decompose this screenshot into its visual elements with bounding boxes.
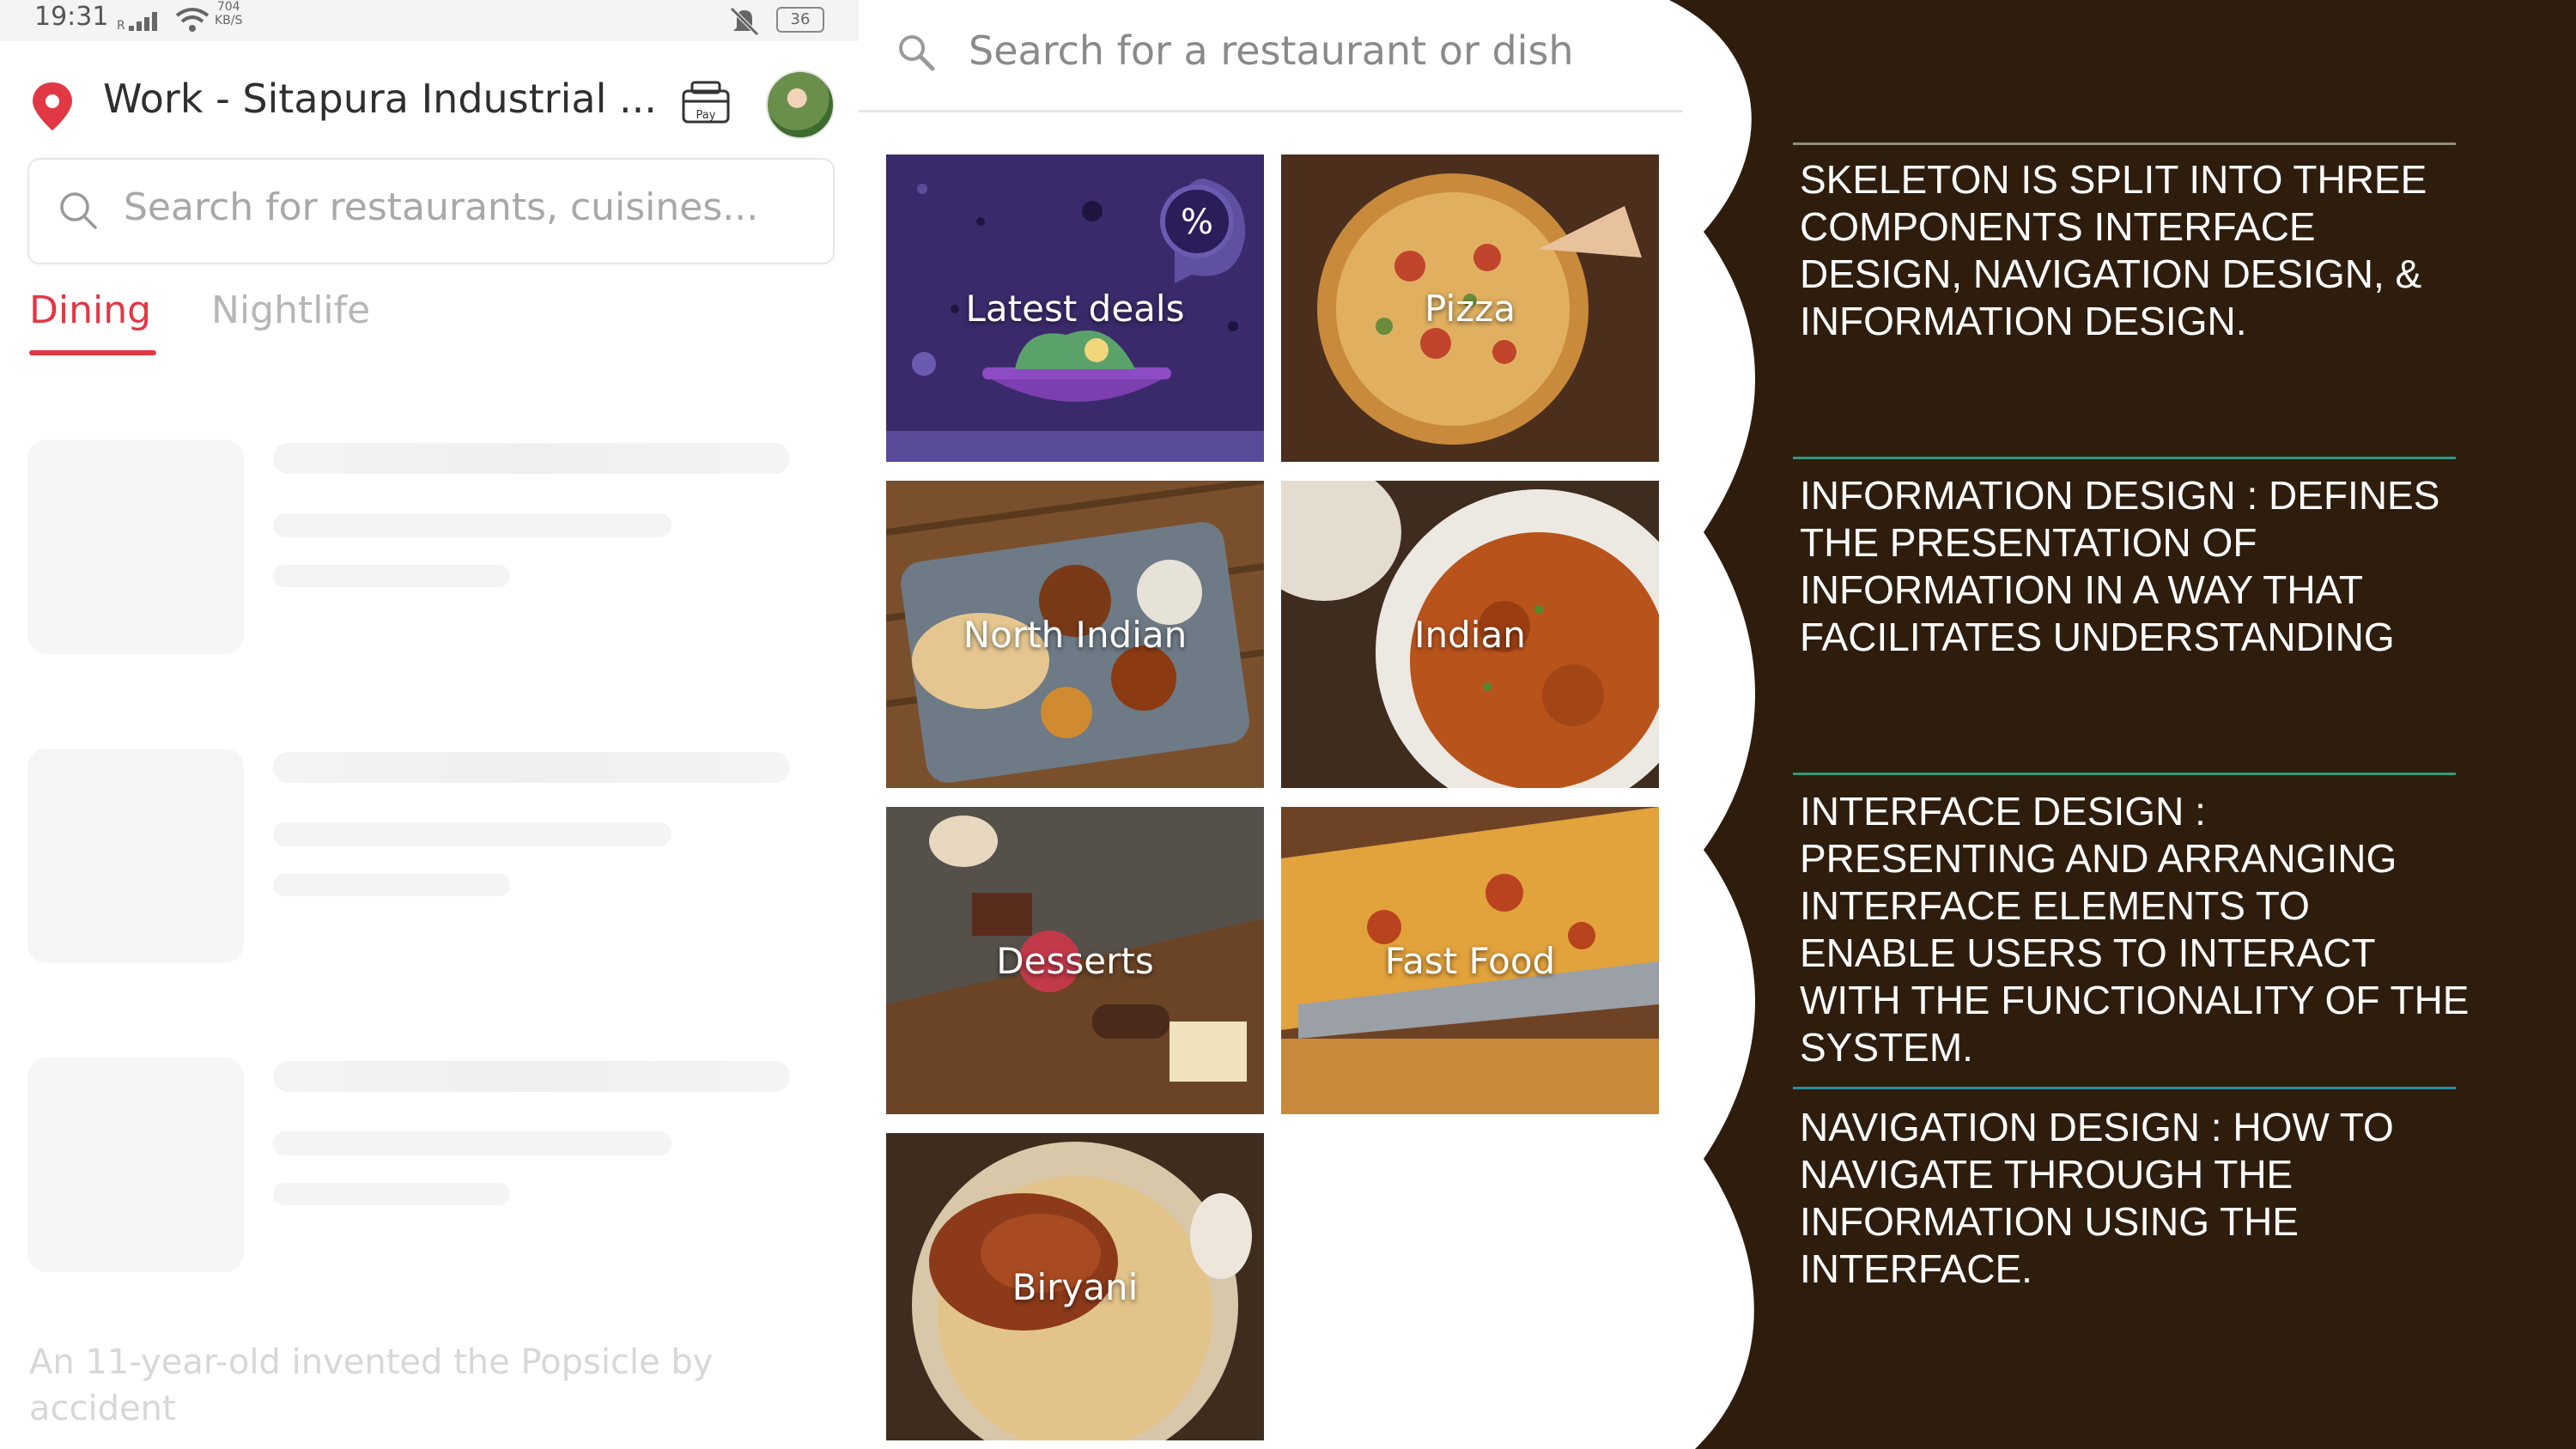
skeleton-line <box>273 874 510 896</box>
location-pin-icon[interactable] <box>29 81 76 132</box>
mute-icon <box>730 7 759 36</box>
divider <box>1793 457 2456 459</box>
search-placeholder: Search for a restaurant or dish <box>969 27 1574 74</box>
skeleton-line <box>273 1183 510 1205</box>
category-tile-latest-deals[interactable]: % Latest deals <box>886 155 1264 462</box>
loading-fact: An 11-year-old invented the Popsicle by … <box>29 1343 714 1428</box>
category-label: Fast Food <box>1384 939 1556 982</box>
category-label: Biryani <box>1012 1265 1139 1308</box>
category-label: Pizza <box>1425 287 1516 330</box>
search-icon <box>899 35 935 71</box>
dish-search-input[interactable]: Search for a restaurant or dish <box>859 0 1683 112</box>
avatar[interactable] <box>766 70 835 139</box>
wifi-icon <box>175 8 210 32</box>
category-label: Indian <box>1414 613 1526 656</box>
interface-design-text: INTERFACE DESIGN : PRESENTING AND ARRANG… <box>1800 789 2470 1070</box>
tab-nightlife[interactable]: Nightlife <box>211 288 370 332</box>
search-input[interactable]: Search for restaurants, cuisines... <box>27 158 835 264</box>
category-label: Latest deals <box>965 287 1185 330</box>
skeleton-line <box>273 752 790 783</box>
information-design-text: INFORMATION DESIGN : DEFINES THE PRESENT… <box>1800 473 2440 659</box>
status-bar: 19:31 R 704 KB/S 36 <box>0 0 859 41</box>
phone-home-screen: 19:31 R 704 KB/S 36 Work - Sitapura Indu… <box>0 0 859 1449</box>
location-selector[interactable]: Work - Sitapura Industrial ... <box>103 76 657 122</box>
battery-icon: 36 <box>776 7 824 33</box>
skeleton-overview-text: SKELETON IS SPLIT INTO THREE COMPONENTS … <box>1800 157 2427 343</box>
category-label: North Indian <box>963 613 1188 656</box>
category-tile-indian[interactable]: Indian <box>1281 481 1659 788</box>
category-tile-desserts[interactable]: Desserts <box>886 807 1264 1114</box>
search-placeholder: Search for restaurants, cuisines... <box>124 185 759 229</box>
svg-text:Pay: Pay <box>696 109 716 122</box>
tab-dining[interactable]: Dining <box>29 288 151 332</box>
category-tile-north-indian[interactable]: North Indian <box>886 481 1264 788</box>
signal-icon: R <box>117 12 157 33</box>
skeleton-line <box>273 822 671 846</box>
skeleton-line <box>273 565 510 587</box>
category-tile-biryani[interactable]: Biryani <box>886 1133 1264 1440</box>
divider <box>1793 1087 2456 1089</box>
skeleton-line <box>273 1061 790 1092</box>
network-speed: 704 KB/S <box>215 0 243 27</box>
category-tile-pizza[interactable]: Pizza <box>1281 155 1659 462</box>
skeleton-thumbnail <box>27 440 244 654</box>
search-icon <box>60 192 97 229</box>
skeleton-thumbnail <box>27 749 244 963</box>
category-screen: Search for a restaurant or dish % Latest… <box>859 0 1683 1449</box>
slide-text-panel: SKELETON IS SPLIT INTO THREE COMPONENTS … <box>1669 0 2576 1449</box>
skeleton-line <box>273 443 790 474</box>
skeleton-thumbnail <box>27 1058 244 1272</box>
navigation-design-text: NAVIGATION DESIGN : HOW TO NAVIGATE THRO… <box>1800 1105 2394 1291</box>
divider <box>1793 142 2456 145</box>
pay-icon[interactable]: Pay <box>680 79 732 127</box>
skeleton-line <box>273 1131 671 1155</box>
skeleton-line <box>273 513 671 537</box>
divider <box>1793 773 2456 775</box>
active-tab-indicator <box>29 350 156 355</box>
category-tile-fast-food[interactable]: Fast Food <box>1281 807 1659 1114</box>
svg-text:R: R <box>117 19 125 33</box>
category-label: Desserts <box>996 939 1154 982</box>
status-time: 19:31 <box>34 2 109 32</box>
